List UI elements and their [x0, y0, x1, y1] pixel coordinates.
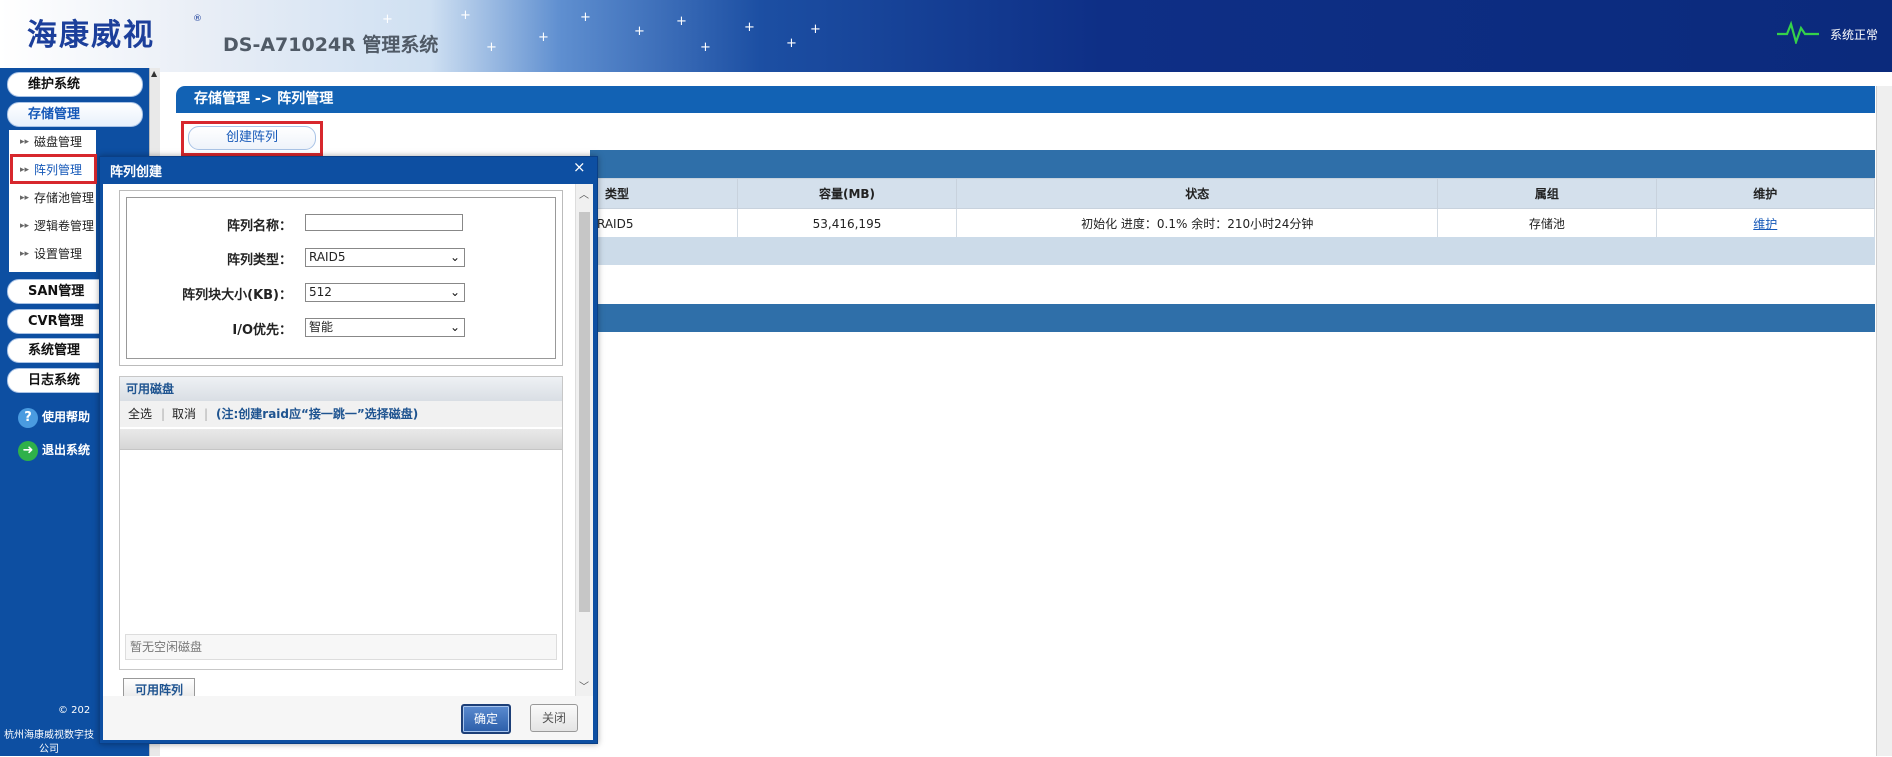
block-size-select[interactable]: 512 ⌄ [305, 283, 465, 302]
cell-type: RAID5 [590, 208, 738, 239]
double-chevron-icon: ▸▸ [20, 221, 30, 231]
cell-group: 存储池 [1437, 208, 1657, 239]
submenu-volume-management[interactable]: ▸▸ 逻辑卷管理 [9, 214, 96, 238]
decor-star: + [786, 36, 797, 51]
decor-star: + [810, 22, 821, 37]
table-footer-band [590, 237, 1875, 265]
decor-star: + [580, 10, 591, 25]
array-name-input[interactable] [305, 214, 463, 231]
dialog-title: 阵列创建 [110, 165, 163, 180]
scrollbar-thumb[interactable] [579, 212, 590, 612]
create-array-dialog: 阵列创建 × 阵列名称： 阵列类型： RAID5 ⌄ 阵列块大小(KB)： 51… [99, 156, 598, 744]
logout-link[interactable]: ➜ 退出系统 [18, 438, 90, 462]
chevron-up-icon[interactable]: ︿ [579, 186, 589, 201]
decor-star: + [700, 40, 711, 55]
confirm-button[interactable]: 确定 [461, 704, 511, 734]
chevron-down-icon: ⌄ [449, 320, 460, 334]
array-table: 类型 容量(MB) 状态 属组 维护 RAID5 53,416,195 初始化 … [590, 178, 1876, 239]
io-priority-label: I/O优先： [232, 323, 292, 338]
available-disks-title: 可用磁盘 [120, 377, 562, 401]
cell-action: 维护 [1655, 208, 1876, 239]
submenu-settings-management[interactable]: ▸▸ 设置管理 [9, 242, 96, 266]
disk-list-header [120, 429, 562, 450]
double-chevron-icon: ▸▸ [20, 137, 30, 147]
cancel-selection-button[interactable]: 取消 [172, 401, 196, 427]
array-name-label: 阵列名称： [226, 219, 292, 234]
section-title-bar [590, 304, 1875, 332]
nav-storage-management[interactable]: 存储管理 [7, 102, 143, 127]
column-header: 状态 [956, 178, 1439, 209]
dialog-scrollbar[interactable]: ︿ ﹀ [575, 184, 593, 696]
dialog-body: 阵列名称： 阵列类型： RAID5 ⌄ 阵列块大小(KB)： 512 ⌄ I/O… [103, 184, 593, 696]
disk-toolbar: 全选 | 取消 | (注:创建raid应“接一跳一”选择磁盘) [120, 401, 562, 427]
chevron-down-icon: ⌄ [449, 285, 460, 299]
table-header-row: 类型 容量(MB) 状态 属组 维护 [590, 178, 1876, 209]
cell-status: 初始化 进度：0.1% 余时：210小时24分钟 [956, 208, 1439, 239]
decor-star: + [538, 30, 549, 45]
close-button[interactable]: 关闭 [530, 704, 578, 732]
chevron-down-icon: ⌄ [449, 250, 460, 264]
select-all-button[interactable]: 全选 [128, 401, 152, 427]
array-form-inner: 阵列名称： 阵列类型： RAID5 ⌄ 阵列块大小(KB)： 512 ⌄ I/O… [126, 197, 556, 359]
io-priority-select[interactable]: 智能 ⌄ [305, 318, 465, 337]
available-disks-panel: 可用磁盘 全选 | 取消 | (注:创建raid应“接一跳一”选择磁盘) 暂无空… [119, 376, 563, 670]
available-arrays-tab[interactable]: 可用阵列 [123, 678, 195, 696]
registered-mark: ® [193, 14, 202, 24]
breadcrumb: 存储管理 -> 阵列管理 [176, 86, 1875, 113]
submenu-disk-management[interactable]: ▸▸ 磁盘管理 [9, 130, 96, 154]
array-form: 阵列名称： 阵列类型： RAID5 ⌄ 阵列块大小(KB)： 512 ⌄ I/O… [119, 190, 563, 366]
maintain-link[interactable]: 维护 [1753, 217, 1777, 231]
system-status-text: 系统正常 [1830, 28, 1879, 42]
copyright-text: © 202 [58, 705, 91, 716]
column-header: 容量(MB) [736, 178, 958, 209]
toolbar-divider: | [161, 407, 166, 421]
table-title-bar [590, 150, 1875, 178]
column-header: 类型 [590, 178, 738, 209]
company-logo: 海康威视 [27, 18, 155, 53]
array-type-select[interactable]: RAID5 ⌄ [305, 248, 465, 267]
column-header: 维护 [1655, 178, 1876, 209]
storage-submenu: ▸▸ 磁盘管理 ▸▸ 阵列管理 ▸▸ 存储池管理 ▸▸ 逻辑卷管理 ▸▸ 设置管… [9, 130, 96, 272]
column-header: 属组 [1437, 178, 1657, 209]
decor-star: + [486, 40, 497, 55]
decor-star: + [634, 24, 645, 39]
company-name: 杭州海康威视数字技 公司 [4, 730, 94, 755]
decor-star: + [460, 8, 471, 23]
decor-star: + [744, 20, 755, 35]
block-size-label: 阵列块大小(KB)： [182, 288, 292, 303]
heartbeat-icon [1777, 20, 1819, 44]
chevron-down-icon[interactable]: ﹀ [579, 678, 589, 693]
help-link[interactable]: ? 使用帮助 [18, 405, 90, 429]
dialog-footer: 确定 关闭 [103, 696, 593, 740]
empty-disks-message: 暂无空闲磁盘 [125, 634, 557, 660]
exit-arrow-icon: ➜ [18, 440, 38, 461]
help-icon: ? [18, 407, 38, 428]
submenu-pool-management[interactable]: ▸▸ 存储池管理 [9, 186, 96, 210]
highlight-box [10, 154, 97, 184]
page-scrollbar[interactable] [1876, 86, 1892, 756]
decor-star: + [382, 12, 393, 27]
close-icon[interactable]: × [573, 158, 586, 176]
app-header: 海康威视 ® DS-A71024R 管理系统 + + + + + + + + +… [0, 0, 1892, 72]
double-chevron-icon: ▸▸ [20, 193, 30, 203]
array-type-label: 阵列类型： [226, 253, 292, 268]
nav-maintenance-system[interactable]: 维护系统 [7, 72, 143, 97]
table-row: RAID5 53,416,195 初始化 进度：0.1% 余时：210小时24分… [590, 208, 1876, 239]
cell-capacity: 53,416,195 [736, 208, 958, 239]
system-title: DS-A71024R 管理系统 [223, 34, 439, 56]
scroll-up-icon[interactable]: ▲ [151, 69, 157, 78]
raid-note: (注:创建raid应“接一跳一”选择磁盘) [216, 407, 419, 421]
highlight-box [181, 121, 323, 156]
decor-star: + [676, 14, 687, 29]
toolbar-divider: | [204, 407, 209, 421]
double-chevron-icon: ▸▸ [20, 249, 30, 259]
